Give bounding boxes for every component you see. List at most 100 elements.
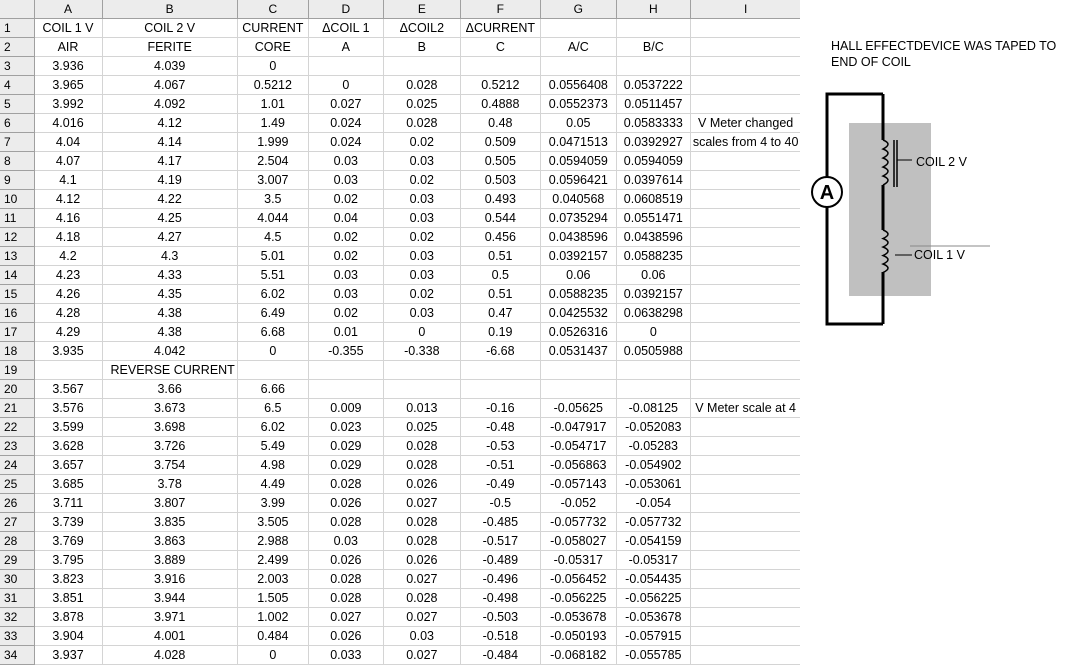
cell-d6[interactable]: 0.024 [308, 113, 384, 133]
cell-f20[interactable] [460, 379, 541, 399]
cell-f26[interactable]: -0.5 [460, 493, 541, 513]
cell-h11[interactable]: 0.0551471 [616, 208, 691, 228]
cell-i16[interactable] [690, 303, 802, 323]
cell-e20[interactable] [383, 379, 461, 399]
cell-e11[interactable]: 0.03 [383, 208, 461, 228]
row-header[interactable]: 20 [0, 379, 35, 399]
cell-i18[interactable] [690, 341, 802, 361]
cell-c2[interactable]: CORE [237, 37, 309, 57]
cell-c10[interactable]: 3.5 [237, 189, 309, 209]
cell-c14[interactable]: 5.51 [237, 265, 309, 285]
cell-c26[interactable]: 3.99 [237, 493, 309, 513]
cell-e2[interactable]: B [383, 37, 461, 57]
row-header[interactable]: 7 [0, 132, 35, 152]
cell-a2[interactable]: AIR [34, 37, 103, 57]
cell-f17[interactable]: 0.19 [460, 322, 541, 342]
cell-g6[interactable]: 0.05 [540, 113, 617, 133]
cell-i20[interactable] [690, 379, 802, 399]
cell-g17[interactable]: 0.0526316 [540, 322, 617, 342]
cell-a6[interactable]: 4.016 [34, 113, 103, 133]
column-header-c[interactable]: C [237, 0, 309, 19]
cell-i25[interactable] [690, 474, 802, 494]
cell-e6[interactable]: 0.028 [383, 113, 461, 133]
cell-e4[interactable]: 0.028 [383, 75, 461, 95]
cell-f9[interactable]: 0.503 [460, 170, 541, 190]
cell-h28[interactable]: -0.054159 [616, 531, 691, 551]
cell-g29[interactable]: -0.05317 [540, 550, 617, 570]
cell-f2[interactable]: C [460, 37, 541, 57]
cell-a27[interactable]: 3.739 [34, 512, 103, 532]
cell-e3[interactable] [383, 56, 461, 76]
cell-d7[interactable]: 0.024 [308, 132, 384, 152]
cell-h30[interactable]: -0.054435 [616, 569, 691, 589]
cell-i12[interactable] [690, 227, 802, 247]
cell-i27[interactable] [690, 512, 802, 532]
cell-f33[interactable]: -0.518 [460, 626, 541, 646]
row-header[interactable]: 18 [0, 341, 35, 361]
cell-e22[interactable]: 0.025 [383, 417, 461, 437]
cell-h13[interactable]: 0.0588235 [616, 246, 691, 266]
cell-c11[interactable]: 4.044 [237, 208, 309, 228]
cell-f6[interactable]: 0.48 [460, 113, 541, 133]
cell-a20[interactable]: 3.567 [34, 379, 103, 399]
cell-d1[interactable]: ΔCOIL 1 [308, 18, 384, 38]
cell-h6[interactable]: 0.0583333 [616, 113, 691, 133]
row-header[interactable]: 32 [0, 607, 35, 627]
cell-a15[interactable]: 4.26 [34, 284, 103, 304]
cell-e12[interactable]: 0.02 [383, 227, 461, 247]
cell-c30[interactable]: 2.003 [237, 569, 309, 589]
row-header[interactable]: 10 [0, 189, 35, 209]
cell-b14[interactable]: 4.33 [102, 265, 238, 285]
cell-g2[interactable]: A/C [540, 37, 617, 57]
cell-b29[interactable]: 3.889 [102, 550, 238, 570]
cell-c22[interactable]: 6.02 [237, 417, 309, 437]
row-header[interactable]: 22 [0, 417, 35, 437]
cell-e24[interactable]: 0.028 [383, 455, 461, 475]
cell-e15[interactable]: 0.02 [383, 284, 461, 304]
cell-i31[interactable] [690, 588, 802, 608]
cell-i9[interactable] [690, 170, 802, 190]
cell-g14[interactable]: 0.06 [540, 265, 617, 285]
cell-g3[interactable] [540, 56, 617, 76]
cell-i11[interactable] [690, 208, 802, 228]
cell-e17[interactable]: 0 [383, 322, 461, 342]
row-header[interactable]: 14 [0, 265, 35, 285]
column-header-d[interactable]: D [308, 0, 384, 19]
cell-g7[interactable]: 0.0471513 [540, 132, 617, 152]
cell-d29[interactable]: 0.026 [308, 550, 384, 570]
cell-h29[interactable]: -0.05317 [616, 550, 691, 570]
cell-b20[interactable]: 3.66 [102, 379, 238, 399]
cell-a19[interactable] [34, 360, 103, 380]
row-header[interactable]: 17 [0, 322, 35, 342]
cell-i3[interactable] [690, 56, 802, 76]
cell-c28[interactable]: 2.988 [237, 531, 309, 551]
cell-e29[interactable]: 0.026 [383, 550, 461, 570]
cell-e34[interactable]: 0.027 [383, 645, 461, 665]
cell-h27[interactable]: -0.057732 [616, 512, 691, 532]
cell-b16[interactable]: 4.38 [102, 303, 238, 323]
cell-a17[interactable]: 4.29 [34, 322, 103, 342]
cell-i7[interactable]: scales from 4 to 40 [690, 132, 802, 152]
cell-b12[interactable]: 4.27 [102, 227, 238, 247]
cell-c6[interactable]: 1.49 [237, 113, 309, 133]
cell-h7[interactable]: 0.0392927 [616, 132, 691, 152]
cell-e31[interactable]: 0.028 [383, 588, 461, 608]
cell-i4[interactable] [690, 75, 802, 95]
cell-h22[interactable]: -0.052083 [616, 417, 691, 437]
cell-h32[interactable]: -0.053678 [616, 607, 691, 627]
cell-d2[interactable]: A [308, 37, 384, 57]
cell-b21[interactable]: 3.673 [102, 398, 238, 418]
cell-h3[interactable] [616, 56, 691, 76]
cell-c5[interactable]: 1.01 [237, 94, 309, 114]
cell-e14[interactable]: 0.03 [383, 265, 461, 285]
cell-a9[interactable]: 4.1 [34, 170, 103, 190]
cell-h1[interactable] [616, 18, 691, 38]
cell-d21[interactable]: 0.009 [308, 398, 384, 418]
cell-e30[interactable]: 0.027 [383, 569, 461, 589]
row-header[interactable]: 3 [0, 56, 35, 76]
cell-b15[interactable]: 4.35 [102, 284, 238, 304]
cell-g9[interactable]: 0.0596421 [540, 170, 617, 190]
cell-b9[interactable]: 4.19 [102, 170, 238, 190]
cell-b8[interactable]: 4.17 [102, 151, 238, 171]
cell-c25[interactable]: 4.49 [237, 474, 309, 494]
